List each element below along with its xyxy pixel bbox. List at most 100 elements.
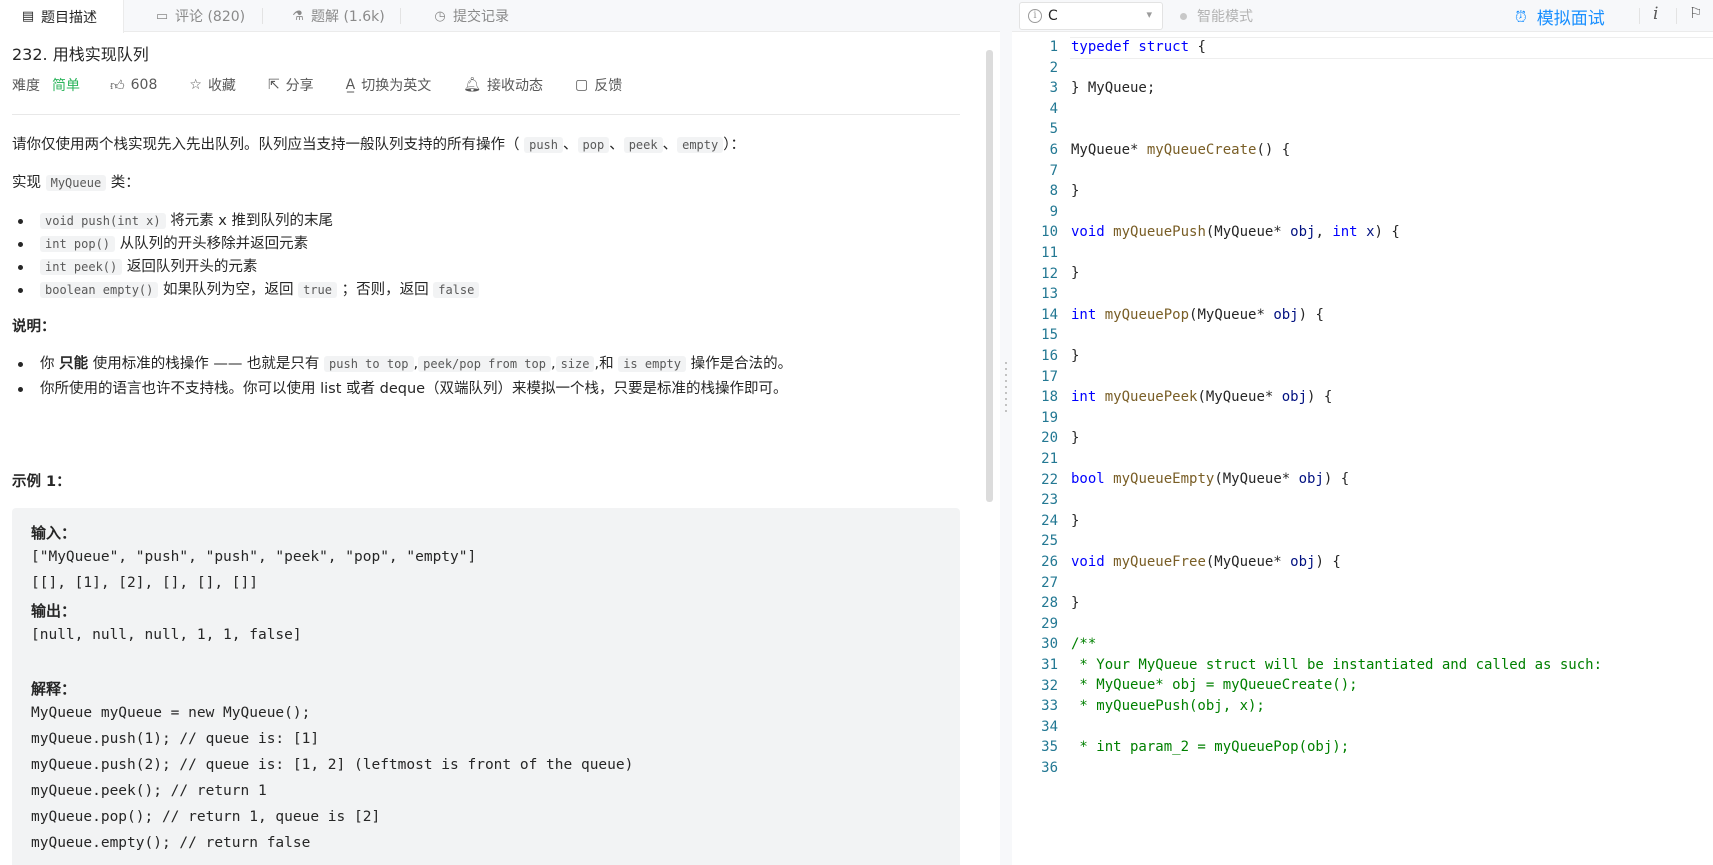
- info-italic-icon[interactable]: i: [1653, 4, 1658, 24]
- code-line: } MyQueue;: [1071, 80, 1156, 96]
- line-number: 28: [1041, 595, 1058, 612]
- line-number: 27: [1041, 574, 1058, 591]
- difficulty-label: 难度: [12, 78, 40, 94]
- example-output-line: [null, null, null, 1, 1, false]: [31, 627, 302, 643]
- code-text: (MyQueue*: [1214, 471, 1299, 487]
- line-number: 23: [1041, 492, 1058, 509]
- note-item: 你 只能 使用标准的栈操作 —— 也就是只有 push to top, peek/…: [17, 353, 792, 375]
- keyword: void: [1071, 554, 1105, 570]
- code-text: ,: [1315, 224, 1333, 240]
- code-line: int myQueuePeek(MyQueue* obj) {: [1071, 389, 1332, 405]
- note-emphasis: 只能: [59, 356, 89, 372]
- line-number: 29: [1041, 615, 1058, 632]
- tab-submissions-label: 提交记录: [453, 9, 509, 25]
- comment-line: * MyQueue* obj = myQueueCreate();: [1071, 677, 1358, 693]
- problem-scrollbar[interactable]: [986, 50, 993, 502]
- method-item: void push(int x) 将元素 x 推到队列的末尾: [17, 210, 333, 232]
- language-select[interactable]: i C ▾: [1019, 2, 1163, 30]
- code-line: }: [1071, 265, 1080, 281]
- op-peek: peek: [623, 137, 663, 153]
- code-line: typedef struct {: [1071, 39, 1206, 55]
- explain-line: myQueue.push(2); // queue is: [1, 2] (le…: [31, 757, 634, 773]
- tab-submissions[interactable]: ◷ 提交记录: [432, 0, 509, 32]
- line-number: 34: [1041, 718, 1058, 735]
- editor-toolbar: i C ▾ 智能模式 ⏰︎ 模拟面试 i ⚐: [1012, 0, 1713, 32]
- code-text: ) {: [1315, 554, 1341, 570]
- share-icon: ⇱: [267, 77, 280, 93]
- method-item: boolean empty() 如果队列为空，返回 true ；否则，返回 fa…: [17, 279, 480, 301]
- feedback-button[interactable]: ▢ 反馈: [575, 75, 622, 95]
- note-text: 使用标准的栈操作 —— 也就是只有: [92, 356, 320, 372]
- panel-resizer[interactable]: [1000, 0, 1012, 865]
- variable: x: [1366, 224, 1375, 240]
- mock-interview-button[interactable]: ⏰︎ 模拟面试: [1515, 4, 1605, 30]
- function-name: myQueuePush: [1113, 224, 1206, 240]
- impl-class: MyQueue: [45, 175, 107, 191]
- mock-interview-label: 模拟面试: [1536, 9, 1605, 29]
- line-number: 4: [1049, 100, 1058, 117]
- tab-solutions-label: 题解 (1.6k): [311, 9, 385, 25]
- line-number: 10: [1041, 224, 1058, 241]
- keyword: int: [1332, 224, 1358, 240]
- code-line: bool myQueueEmpty(MyQueue* obj) {: [1071, 471, 1349, 487]
- line-number: 22: [1041, 471, 1058, 488]
- variable: obj: [1281, 389, 1308, 405]
- note-text: 你所使用的语言也许不支持栈。你可以使用 list 或者 deque（双端队列）来…: [40, 381, 788, 397]
- example-heading: 示例 1：: [12, 474, 71, 490]
- drag-handle-icon[interactable]: [1004, 360, 1008, 416]
- intro-paragraph: 请你仅使用两个栈实现先入先出队列。队列应当支持一般队列支持的所有操作（ push…: [12, 134, 745, 156]
- example-input-line: [[], [1], [2], [], [], []]: [31, 575, 258, 591]
- variable: obj: [1298, 471, 1324, 487]
- like-count: 608: [130, 77, 158, 93]
- code-line: }: [1071, 430, 1080, 446]
- thumbs-up-icon: 👍︎: [110, 77, 125, 94]
- keyword: int: [1071, 307, 1097, 323]
- line-number: 36: [1041, 760, 1058, 776]
- tab-comments[interactable]: ▭ 评论 (820): [154, 0, 245, 32]
- method-code: false: [433, 282, 480, 298]
- keyword: typedef struct: [1071, 39, 1190, 55]
- feedback-label: 反馈: [594, 78, 623, 94]
- tab-divider: [262, 8, 263, 24]
- example-input-line: ["MyQueue", "push", "push", "peek", "pop…: [31, 549, 477, 565]
- code-text: MyQueue*: [1071, 142, 1139, 158]
- line-number: 35: [1041, 739, 1058, 756]
- problem-title: 232. 用栈实现队列: [12, 45, 149, 64]
- comment-line: /**: [1071, 636, 1097, 652]
- problem-tabbar: ▤ 题目描述 ▭ 评论 (820) ⚗ 题解 (1.6k) ◷ 提交记录: [0, 0, 1000, 33]
- code-text: ) {: [1307, 389, 1333, 405]
- note-op: push to top: [324, 356, 414, 372]
- like-button[interactable]: 👍︎ 608: [110, 77, 157, 94]
- code-text: ) {: [1323, 471, 1350, 487]
- share-label: 分享: [285, 78, 314, 94]
- method-text: 从队列的开头移除并返回元素: [119, 236, 309, 252]
- smart-mode-toggle[interactable]: 智能模式: [1180, 6, 1253, 26]
- problem-meta-bar: 难度 简单 👍︎ 608 ☆ 收藏 ⇱ 分享 A̲ 切换为英文 🔔︎ 接收动态 …: [12, 74, 654, 96]
- description-icon: ▤: [21, 9, 35, 24]
- alarm-clock-icon: ⏰︎: [1515, 7, 1527, 26]
- explain-line: myQueue.peek(); // return 1: [31, 783, 267, 799]
- code-editor[interactable]: 1 2 3 4 5 6 7 8 9 10 11 12 13 14 15 16 17 18 19 20 21 22 23 24 2…: [1012, 37, 1713, 865]
- history-icon: ◷: [434, 8, 446, 24]
- line-number: 24: [1041, 512, 1058, 529]
- code-line: void myQueueFree(MyQueue* obj) {: [1071, 554, 1341, 570]
- line-number: 6: [1049, 142, 1058, 158]
- tab-description-label: 题目描述: [41, 9, 97, 26]
- tab-solutions[interactable]: ⚗ 题解 (1.6k): [290, 0, 385, 32]
- favorite-button[interactable]: ☆ 收藏: [189, 75, 236, 95]
- meta-divider: [12, 114, 960, 115]
- explain-line: myQueue.push(1); // queue is: [1]: [31, 731, 320, 747]
- line-number: 8: [1049, 183, 1058, 200]
- function-name: myQueueFree: [1113, 554, 1206, 570]
- code-line: }: [1071, 183, 1080, 199]
- run-flag-icon[interactable]: ⚐: [1689, 4, 1702, 22]
- method-code: int peek(): [40, 259, 123, 275]
- tab-description[interactable]: ▤ 题目描述: [0, 0, 124, 33]
- switch-language-button[interactable]: A̲ 切换为英文: [346, 75, 432, 95]
- keyword: int: [1071, 389, 1097, 405]
- subscribe-button[interactable]: 🔔︎ 接收动态: [463, 75, 543, 95]
- share-button[interactable]: ⇱ 分享: [268, 75, 314, 95]
- problem-panel: ▤ 题目描述 ▭ 评论 (820) ⚗ 题解 (1.6k) ◷ 提交记录 232…: [0, 0, 1000, 865]
- favorite-label: 收藏: [207, 78, 236, 94]
- line-number: 25: [1041, 533, 1058, 550]
